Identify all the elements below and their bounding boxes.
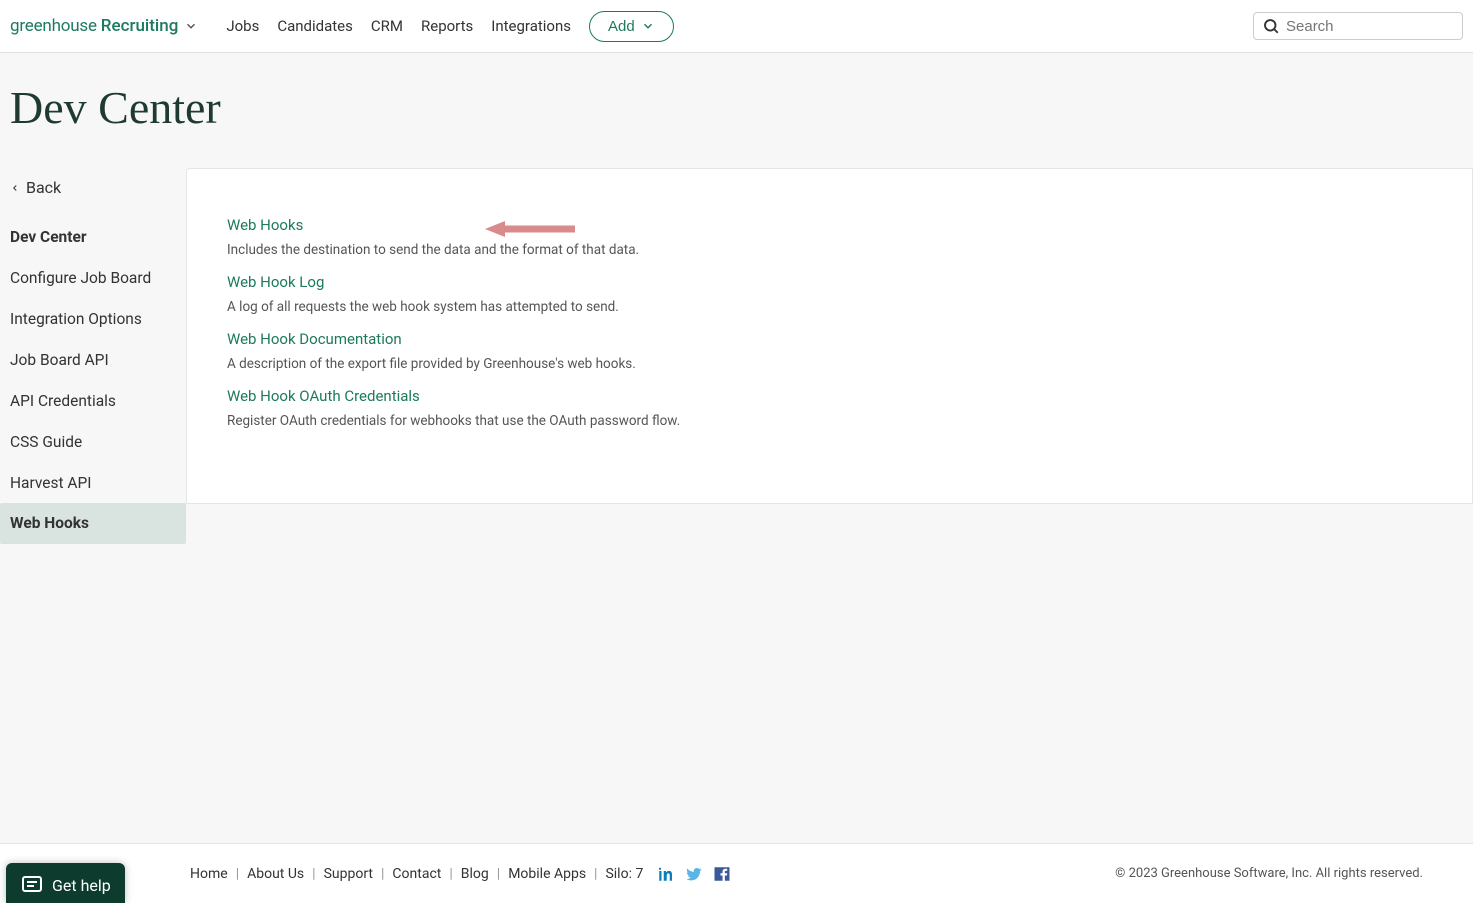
footer-copyright: © 2023 Greenhouse Software, Inc. All rig… [1115,866,1423,881]
footer-contact[interactable]: Contact [392,866,441,882]
sidebar-item-harvest-api[interactable]: Harvest API [0,463,186,504]
search-box[interactable] [1253,12,1463,40]
linkedin-icon[interactable] [657,865,675,883]
add-button[interactable]: Add [589,11,674,42]
twitter-icon[interactable] [685,865,703,883]
get-help-widget[interactable]: Get help [6,863,125,903]
link-web-hook-documentation[interactable]: Web Hook Documentation [227,330,402,348]
top-bar: greenhouse Recruiting Jobs Candidates CR… [0,0,1473,53]
chevron-left-icon [10,181,20,195]
link-web-hook-documentation-desc: A description of the export file provide… [227,356,1432,372]
sidebar: Back Dev Center Configure Job Board Inte… [0,168,186,544]
logo-text-b: Recruiting [101,16,179,36]
footer-mobile-apps[interactable]: Mobile Apps [508,866,586,882]
nav-jobs[interactable]: Jobs [226,17,259,35]
link-web-hook-log-desc: A log of all requests the web hook syste… [227,299,1432,315]
chevron-down-icon [641,19,655,33]
nav-crm[interactable]: CRM [371,17,403,35]
page-title: Dev Center [0,53,1473,168]
link-web-hooks[interactable]: Web Hooks [227,216,303,234]
link-web-hook-oauth[interactable]: Web Hook OAuth Credentials [227,387,420,405]
footer-social [657,865,731,883]
search-icon [1262,17,1280,35]
footer: Home| About Us| Support| Contact| Blog| … [0,843,1473,903]
sidebar-item-web-hooks[interactable]: Web Hooks [0,503,186,544]
sidebar-item-job-board-api[interactable]: Job Board API [0,340,186,381]
link-web-hook-log[interactable]: Web Hook Log [227,273,324,291]
content-link-web-hook-log: Web Hook Log A log of all requests the w… [227,272,1432,315]
content-panel: Web Hooks Includes the destination to se… [186,168,1473,504]
chat-icon [20,873,44,897]
footer-blog[interactable]: Blog [461,866,489,882]
get-help-label: Get help [52,876,111,895]
back-label: Back [26,178,61,197]
sidebar-item-css-guide[interactable]: CSS Guide [0,422,186,463]
search-input[interactable] [1286,18,1454,35]
main-layout: Back Dev Center Configure Job Board Inte… [0,168,1473,544]
nav-reports[interactable]: Reports [421,17,473,35]
logo[interactable]: greenhouse Recruiting [10,16,208,36]
sidebar-item-integration-options[interactable]: Integration Options [0,299,186,340]
add-button-label: Add [608,18,635,35]
sidebar-item-api-credentials[interactable]: API Credentials [0,381,186,422]
facebook-icon[interactable] [713,865,731,883]
footer-home[interactable]: Home [190,866,228,882]
link-web-hook-oauth-desc: Register OAuth credentials for webhooks … [227,413,1432,429]
sidebar-item-configure-job-board[interactable]: Configure Job Board [0,258,186,299]
link-web-hooks-desc: Includes the destination to send the dat… [227,242,1432,258]
chevron-down-icon[interactable] [184,19,198,33]
content-link-web-hooks: Web Hooks Includes the destination to se… [227,215,1432,258]
nav-candidates[interactable]: Candidates [277,17,353,35]
footer-links: Home| About Us| Support| Contact| Blog| … [190,866,643,882]
sidebar-item-dev-center[interactable]: Dev Center [0,217,186,258]
content-link-web-hook-documentation: Web Hook Documentation A description of … [227,329,1432,372]
footer-silo[interactable]: Silo: 7 [605,866,643,882]
logo-text-a: greenhouse [10,16,97,36]
footer-about[interactable]: About Us [247,866,304,882]
back-link[interactable]: Back [0,172,186,217]
footer-support[interactable]: Support [324,866,373,882]
nav-integrations[interactable]: Integrations [491,17,571,35]
top-nav: Jobs Candidates CRM Reports Integrations [226,17,571,35]
content-link-web-hook-oauth: Web Hook OAuth Credentials Register OAut… [227,386,1432,429]
